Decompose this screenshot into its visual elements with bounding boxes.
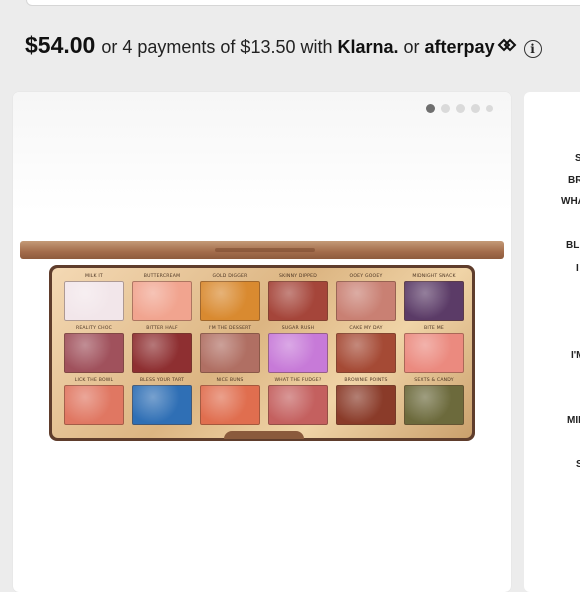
shade-name: BITE ME [424,326,444,331]
shade-cell: I'M THE DESSERT [199,325,261,373]
shade-pan [64,385,124,425]
shade-grid: MILK IT BUTTERCREAM GOLD DIGGER SKINNY DIPP… [63,273,465,425]
pricing-row: $54.00 or 4 payments of $13.50 with Klar… [25,32,580,64]
shade-cell: NICE BUNS [199,377,261,425]
shade-name: SEXTS & CANDY [414,378,454,383]
shade-cell: SEXTS & CANDY [403,377,465,425]
palette-tray: MILK IT BUTTERCREAM GOLD DIGGER SKINNY DIPP… [52,268,472,438]
shade-name: MIDNIGHT SNACK [412,274,456,279]
carousel-dot[interactable] [426,104,435,113]
shade-name: BITTER HALF [146,326,178,331]
shade-pan [336,281,396,321]
shade-cell: CAKE MY DAY [335,325,397,373]
shade-name: REALITY CHOC [75,326,113,331]
shade-name: NICE BUNS [216,378,244,383]
side-panel-text: WHA [561,196,580,207]
shade-name: SKINNY DIPPED [279,274,317,279]
shade-name: LICK THE BOWL [74,378,114,383]
carousel-dots [426,104,493,113]
palette-base: MILK IT BUTTERCREAM GOLD DIGGER SKINNY DIPP… [49,265,475,441]
shade-pan [64,281,124,321]
shade-name: CAKE MY DAY [349,326,383,331]
shade-cell: OOEY GOOEY [335,273,397,321]
info-icon[interactable]: i [523,40,542,58]
shade-pan [336,385,396,425]
shade-pan [268,385,328,425]
shade-cell: GOLD DIGGER [199,273,261,321]
shade-pan [268,333,328,373]
shade-cell: SUGAR RUSH [267,325,329,373]
shade-pan [64,333,124,373]
side-panel-text: I'M [571,350,580,361]
shade-pan [404,333,464,373]
side-panel-text: BR [568,175,580,186]
shade-pan [268,281,328,321]
shade-pan [132,281,192,321]
top-container-edge [26,0,580,6]
shade-cell: MIDNIGHT SNACK [403,273,465,321]
shade-cell: BITTER HALF [131,325,193,373]
shade-pan [200,281,260,321]
klarna-link[interactable]: Klarna. [338,37,399,58]
shade-pan [132,385,192,425]
shade-name: MILK IT [85,274,103,279]
shade-pan [200,333,260,373]
side-panel-text: S [576,459,580,470]
shade-cell: BUTTERCREAM [131,273,193,321]
shade-pan [404,281,464,321]
side-panel-text: I [576,263,579,274]
installments-text: or 4 payments of $13.50 with [101,37,333,57]
shade-name: BROWNIE POINTS [344,378,388,383]
shade-cell: MILK IT [63,273,125,321]
shade-name: BUTTERCREAM [143,274,181,279]
shade-cell: REALITY CHOC [63,325,125,373]
shade-pan [336,333,396,373]
shade-name: GOLD DIGGER [212,274,248,279]
shade-cell: LICK THE BOWL [63,377,125,425]
side-info-card [524,92,580,592]
eyeshadow-palette-image: MILK IT BUTTERCREAM GOLD DIGGER SKINNY DIPP… [20,241,504,441]
shade-name: OOEY GOOEY [349,274,383,279]
side-panel-text: MIL [567,415,580,426]
shade-cell: BLESS YOUR TART [131,377,193,425]
carousel-dot[interactable] [471,104,480,113]
shade-name: I'M THE DESSERT [208,326,252,331]
shade-pan [132,333,192,373]
shade-name: SUGAR RUSH [281,326,315,331]
carousel-dot[interactable] [441,104,450,113]
shade-pan [200,385,260,425]
shade-cell: WHAT THE FUDGE? [267,377,329,425]
carousel-dot[interactable] [456,104,465,113]
afterpay-link[interactable]: afterpay [425,37,495,58]
shade-cell: BITE ME [403,325,465,373]
shade-pan [404,385,464,425]
palette-lid [20,241,504,259]
side-panel-text: S [575,153,580,164]
shade-cell: SKINNY DIPPED [267,273,329,321]
shade-name: WHAT THE FUDGE? [274,378,322,383]
side-panel-text: BLE [566,240,580,251]
price: $54.00 [25,32,96,58]
carousel-dot[interactable] [486,105,493,112]
shade-cell: BROWNIE POINTS [335,377,397,425]
or-text: or [403,37,420,57]
shade-name: BLESS YOUR TART [139,378,185,383]
afterpay-arrows-icon [496,37,518,58]
